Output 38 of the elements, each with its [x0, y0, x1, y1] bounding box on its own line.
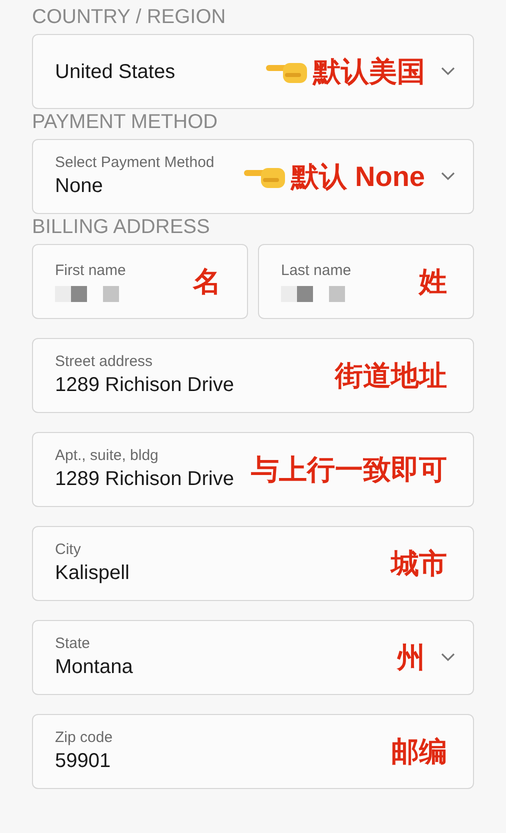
- field-value: United States: [55, 60, 176, 84]
- input-field[interactable]: City Kalispell 城市: [32, 526, 474, 601]
- select-field[interactable]: Select Payment Method None 默认 None: [32, 139, 474, 214]
- section-heading: COUNTRY / REGION: [32, 5, 227, 30]
- field-label: City: [55, 540, 82, 559]
- field-label: First name: [55, 261, 127, 280]
- field-label: Zip code: [55, 728, 114, 747]
- annotation: 默认 None: [291, 162, 425, 190]
- field-label: Apt., suite, bldg: [55, 446, 160, 465]
- field-value: 1289 Richison Drive: [55, 373, 235, 398]
- select-field[interactable]: State Montana 州: [32, 620, 474, 695]
- annotation: 默认美国: [313, 58, 425, 86]
- field-value: 1289 Richison Drive: [55, 467, 235, 492]
- annotation: 名: [193, 268, 221, 296]
- annotation: 州: [397, 644, 425, 672]
- section-heading: BILLING ADDRESS: [32, 215, 211, 240]
- field-value: 59901: [55, 749, 112, 774]
- annotation: 街道地址: [335, 362, 447, 390]
- select-field[interactable]: United States 默认美国: [32, 34, 474, 109]
- chevron-down-icon: [441, 653, 455, 662]
- section-heading: PAYMENT METHOD: [32, 110, 219, 135]
- input-field[interactable]: Zip code 59901 邮编: [32, 714, 474, 789]
- field-label: Last name: [281, 261, 352, 280]
- field-value: Montana: [55, 655, 134, 680]
- annotation: 邮编: [391, 738, 447, 766]
- input-field[interactable]: First name 名: [32, 244, 248, 319]
- annotation: 城市: [391, 550, 447, 578]
- chevron-down-icon: [441, 67, 455, 76]
- input-field[interactable]: Street address 1289 Richison Drive 街道地址: [32, 338, 474, 413]
- chevron-down-icon: [441, 172, 455, 181]
- annotation: 姓: [419, 268, 447, 296]
- field-value: Kalispell: [55, 561, 130, 586]
- input-field[interactable]: Last name 姓: [258, 244, 474, 319]
- field-value: None: [55, 174, 104, 199]
- field-label: Street address: [55, 352, 154, 371]
- annotation: 与上行一致即可: [251, 456, 447, 484]
- field-label: Select Payment Method: [55, 153, 216, 172]
- field-label: State: [55, 634, 92, 653]
